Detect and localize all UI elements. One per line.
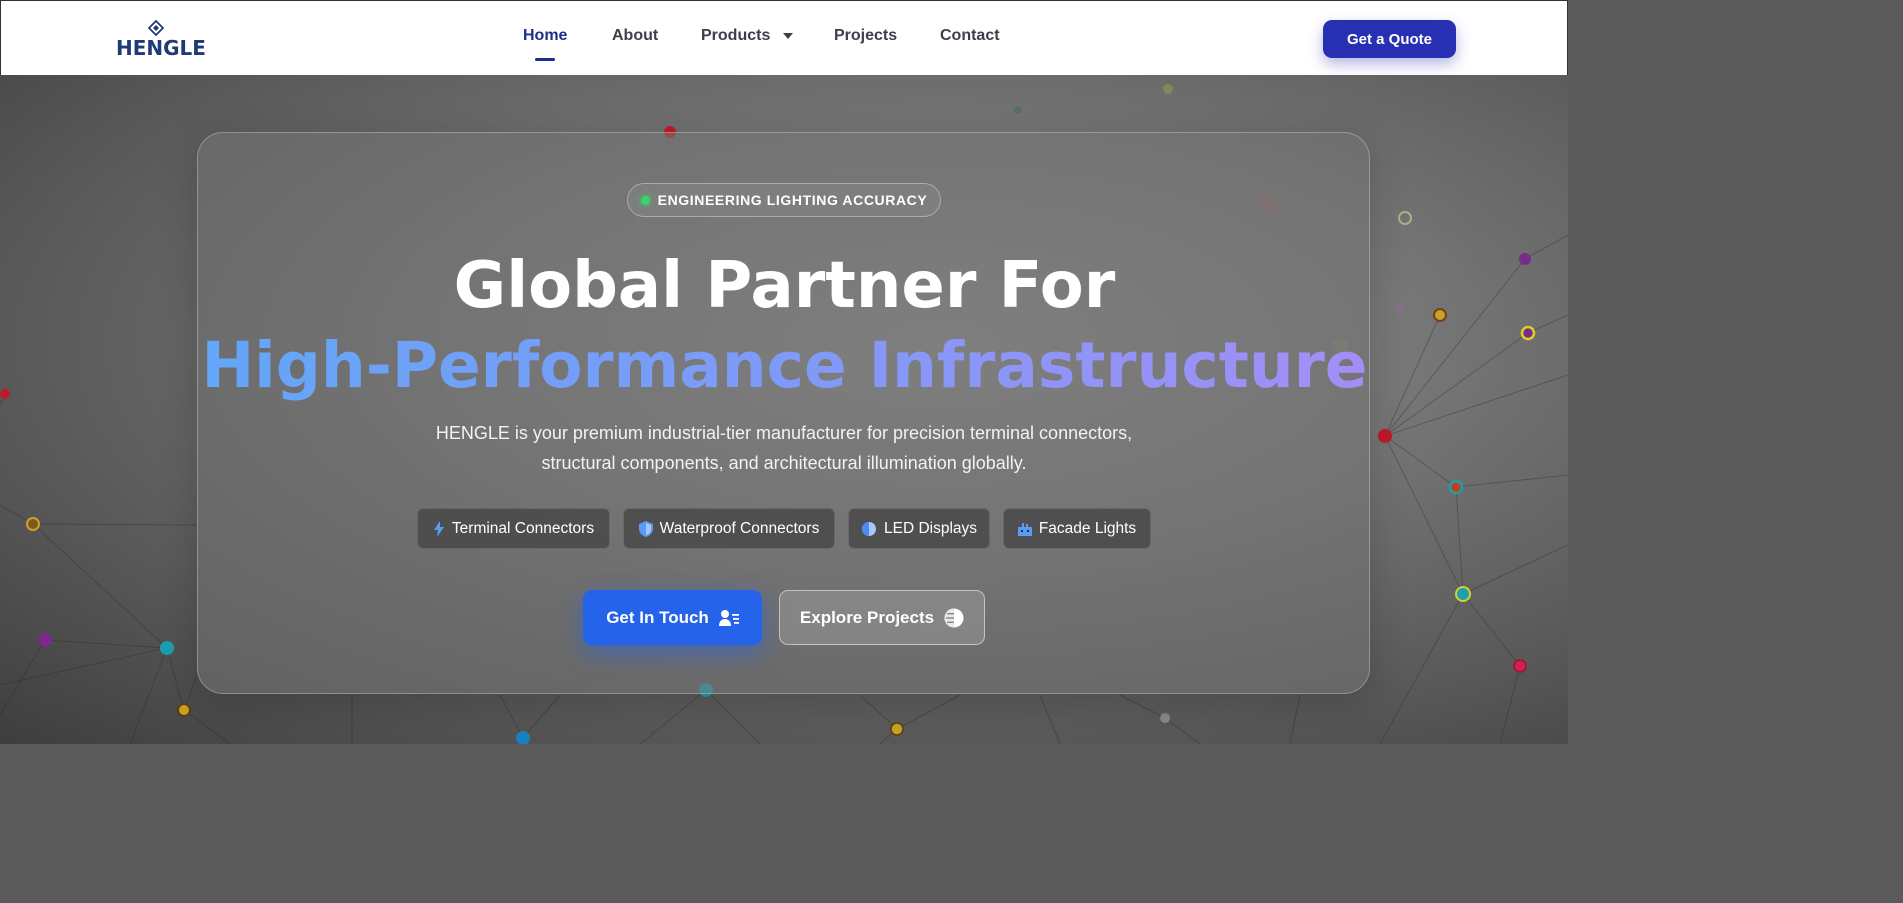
hero-title-line1: Global Partner For	[453, 249, 1116, 323]
chip-label: Terminal Connectors	[451, 519, 595, 537]
nav-item-label: Contact	[940, 27, 1000, 44]
get-in-touch-button[interactable]: Get In Touch	[583, 590, 762, 645]
status-dot-icon	[640, 195, 650, 205]
chip-label: Facade Lights	[1038, 519, 1137, 537]
caret-down-icon	[782, 32, 793, 39]
brand-name: HENGLE	[116, 36, 206, 60]
subtitle-line2: structural components, and architectural…	[541, 453, 1027, 473]
badge-label: ENGINEERING LIGHTING ACCURACY	[657, 192, 928, 208]
brand-logo[interactable]: HENGLE	[116, 20, 206, 60]
hero-title-line2: High-Performance Infrastructure	[198, 331, 1371, 401]
building-icon	[1017, 522, 1032, 536]
contact-card-icon	[718, 609, 739, 626]
button-label: Get In Touch	[606, 607, 709, 627]
chip-terminal-connectors[interactable]: Terminal Connectors	[417, 508, 610, 549]
diamond-logo-icon	[148, 20, 164, 36]
chip-label: Waterproof Connectors	[659, 519, 820, 537]
hero-subtitle: HENGLE is your premium industrial-tier m…	[414, 418, 1154, 478]
top-navbar: HENGLE Home About Products Projects Cont…	[0, 0, 1568, 75]
chip-label: LED Displays	[883, 519, 978, 537]
nav-item-contact[interactable]: Contact	[940, 27, 1000, 45]
hero-card: ENGINEERING LIGHTING ACCURACY Global Par…	[197, 132, 1370, 694]
explore-projects-button[interactable]: Explore Projects	[779, 590, 985, 645]
nav-item-label: Projects	[834, 27, 898, 44]
button-label: Explore Projects	[799, 607, 935, 627]
nav-item-products[interactable]: Products	[701, 27, 793, 45]
nav-item-about[interactable]: About	[612, 27, 658, 45]
subtitle-line1: HENGLE is your premium industrial-tier m…	[435, 423, 1133, 443]
nav-item-label: About	[612, 27, 659, 44]
get-quote-button[interactable]: Get a Quote	[1323, 20, 1456, 58]
nav-item-label: Home	[523, 27, 568, 44]
chip-led-displays[interactable]: LED Displays	[848, 508, 990, 549]
chip-facade-lights[interactable]: Facade Lights	[1003, 508, 1151, 549]
hero-section: ENGINEERING LIGHTING ACCURACY Global Par…	[0, 75, 1568, 744]
shield-icon	[638, 520, 653, 537]
half-circle-icon	[861, 521, 876, 536]
nav-item-label: Products	[701, 27, 771, 44]
status-badge: ENGINEERING LIGHTING ACCURACY	[627, 183, 941, 217]
chip-waterproof-connectors[interactable]: Waterproof Connectors	[623, 508, 835, 549]
nav-item-projects[interactable]: Projects	[834, 27, 897, 45]
nav-item-home[interactable]: Home	[523, 27, 568, 61]
lightning-icon	[433, 520, 444, 537]
globe-icon	[944, 608, 964, 627]
active-indicator	[535, 58, 555, 61]
